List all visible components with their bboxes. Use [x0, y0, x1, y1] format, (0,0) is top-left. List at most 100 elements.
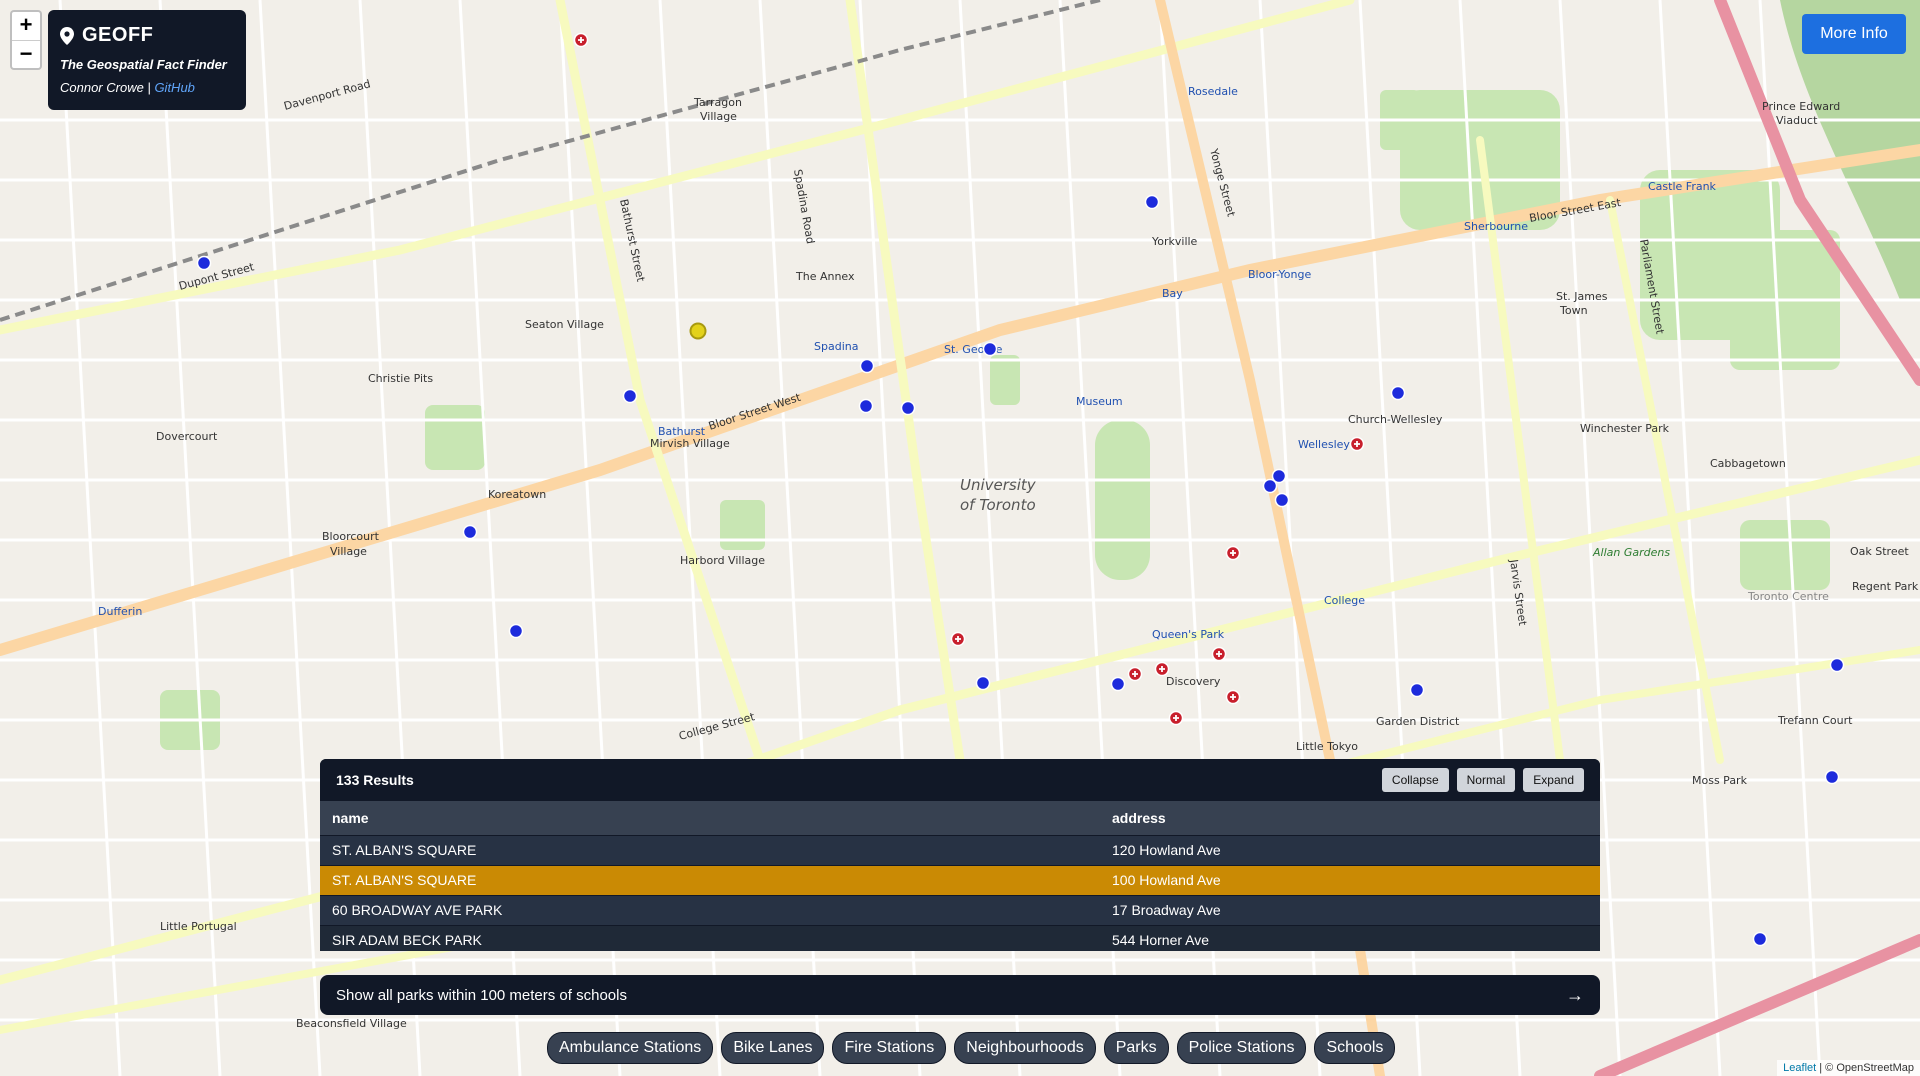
svg-text:Bloorcourt: Bloorcourt: [322, 530, 380, 543]
hospital-marker: [573, 32, 589, 48]
school-marker: [1271, 468, 1287, 484]
leaflet-link[interactable]: Leaflet: [1783, 1062, 1816, 1074]
github-link[interactable]: GitHub: [154, 80, 194, 95]
cell-name: ST. ALBAN'S SQUARE: [332, 872, 477, 888]
svg-text:Regent Park: Regent Park: [1852, 580, 1919, 593]
submit-arrow-icon[interactable]: →: [1566, 985, 1584, 1006]
more-info-button[interactable]: More Info: [1802, 14, 1906, 54]
school-marker: [622, 388, 638, 404]
cell-name: ST. ALBAN'S SQUARE: [332, 842, 477, 858]
hospital-marker: [1225, 545, 1241, 561]
results-table-body: ST. ALBAN'S SQUARE 120 Howland Ave ST. ALB…: [320, 836, 1600, 951]
school-marker: [982, 341, 998, 357]
results-header: 133 Results Collapse Normal Expand: [320, 759, 1600, 801]
svg-text:Church-Wellesley: Church-Wellesley: [1348, 413, 1443, 426]
zoom-control: + −: [10, 10, 42, 70]
brand-heading: GEOFF: [60, 24, 234, 47]
hospital-marker: [1154, 661, 1170, 677]
svg-text:Harbord Village: Harbord Village: [680, 554, 765, 567]
svg-text:Christie Pits: Christie Pits: [368, 372, 433, 385]
cell-address: 100 Howland Ave: [1112, 872, 1221, 888]
cell-name: SIR ADAM BECK PARK: [332, 932, 482, 948]
cell-address: 544 Horner Ave: [1112, 932, 1210, 948]
school-marker: [1110, 676, 1126, 692]
hospital-marker: [1127, 666, 1143, 682]
svg-text:Prince Edward: Prince Edward: [1762, 100, 1840, 113]
svg-text:Bloor-Yonge: Bloor-Yonge: [1248, 268, 1311, 281]
cell-name: 60 BROADWAY AVE PARK: [332, 902, 503, 918]
map-pin-icon: [60, 26, 74, 45]
svg-text:Dovercourt: Dovercourt: [156, 430, 218, 443]
svg-text:St. James: St. James: [1556, 290, 1608, 303]
zoom-out-button[interactable]: −: [12, 40, 40, 69]
svg-text:Cabbagetown: Cabbagetown: [1710, 457, 1786, 470]
osm-attribution[interactable]: | © OpenStreetMap: [1819, 1062, 1914, 1074]
layer-toggle-bar: Ambulance Stations Bike Lanes Fire Station…: [547, 1032, 1396, 1064]
svg-text:Winchester Park: Winchester Park: [1580, 422, 1670, 435]
school-marker: [1824, 769, 1840, 785]
svg-text:College: College: [1324, 594, 1365, 607]
svg-text:Museum: Museum: [1076, 395, 1123, 408]
cell-address: 17 Broadway Ave: [1112, 902, 1221, 918]
svg-text:Bay: Bay: [1162, 287, 1183, 300]
school-marker: [508, 623, 524, 639]
query-bar[interactable]: Show all parks within 100 meters of scho…: [320, 975, 1600, 1015]
hospital-marker: [1168, 710, 1184, 726]
table-row[interactable]: SIR ADAM BECK PARK 544 Horner Ave: [320, 926, 1600, 951]
school-marker: [900, 400, 916, 416]
school-marker: [858, 398, 874, 414]
hospital-marker: [1225, 689, 1241, 705]
zoom-in-button[interactable]: +: [12, 12, 40, 40]
svg-text:Viaduct: Viaduct: [1776, 114, 1818, 127]
school-marker: [462, 524, 478, 540]
svg-text:Garden District: Garden District: [1376, 715, 1460, 728]
hospital-marker: [950, 631, 966, 647]
selected-park-marker[interactable]: [689, 322, 707, 340]
layer-chip-fire-stations[interactable]: Fire Stations: [832, 1032, 947, 1064]
collapse-button[interactable]: Collapse: [1381, 768, 1449, 792]
svg-text:Oak Street: Oak Street: [1850, 545, 1909, 558]
column-header-name: name: [332, 810, 369, 826]
layer-chip-schools[interactable]: Schools: [1314, 1032, 1396, 1064]
svg-text:Little Portugal: Little Portugal: [160, 920, 237, 933]
layer-chip-ambulance-stations[interactable]: Ambulance Stations: [547, 1032, 714, 1064]
school-marker: [975, 675, 991, 691]
query-text[interactable]: Show all parks within 100 meters of scho…: [336, 987, 1566, 1004]
school-marker: [1390, 385, 1406, 401]
school-marker: [1409, 682, 1425, 698]
svg-text:Mirvish Village: Mirvish Village: [650, 437, 730, 450]
brand-panel: GEOFF The Geospatial Fact Finder Connor …: [48, 10, 246, 110]
expand-button[interactable]: Expand: [1523, 768, 1584, 792]
table-row[interactable]: ST. ALBAN'S SQUARE 100 Howland Ave: [320, 866, 1600, 896]
normal-button[interactable]: Normal: [1456, 768, 1516, 792]
svg-text:Queen's Park: Queen's Park: [1152, 628, 1225, 641]
svg-text:Little Tokyo: Little Tokyo: [1296, 740, 1358, 753]
table-row[interactable]: ST. ALBAN'S SQUARE 120 Howland Ave: [320, 836, 1600, 866]
author-credit: Connor Crowe | GitHub: [60, 80, 234, 95]
school-marker: [1144, 194, 1160, 210]
svg-text:Village: Village: [700, 110, 737, 123]
cell-address: 120 Howland Ave: [1112, 842, 1221, 858]
svg-text:Yorkville: Yorkville: [1151, 235, 1198, 248]
svg-text:Rosedale: Rosedale: [1188, 85, 1238, 98]
svg-text:Dufferin: Dufferin: [98, 605, 142, 618]
svg-text:of Toronto: of Toronto: [960, 496, 1036, 514]
svg-text:Beaconsfield Village: Beaconsfield Village: [296, 1017, 407, 1030]
svg-text:Village: Village: [330, 545, 367, 558]
layer-chip-police-stations[interactable]: Police Stations: [1176, 1032, 1307, 1064]
svg-text:Castle Frank: Castle Frank: [1648, 180, 1717, 193]
svg-text:Moss Park: Moss Park: [1692, 774, 1748, 787]
results-panel: 133 Results Collapse Normal Expand name …: [320, 759, 1600, 951]
layer-chip-bike-lanes[interactable]: Bike Lanes: [721, 1032, 825, 1064]
svg-text:Town: Town: [1559, 304, 1588, 317]
svg-text:Wellesley: Wellesley: [1298, 438, 1350, 451]
svg-text:University: University: [960, 476, 1037, 494]
table-row[interactable]: 60 BROADWAY AVE PARK 17 Broadway Ave: [320, 896, 1600, 926]
layer-chip-parks[interactable]: Parks: [1103, 1032, 1169, 1064]
svg-text:Discovery: Discovery: [1166, 675, 1221, 688]
layer-chip-neighbourhoods[interactable]: Neighbourhoods: [954, 1032, 1096, 1064]
svg-text:Koreatown: Koreatown: [488, 488, 546, 501]
school-marker: [859, 358, 875, 374]
svg-text:Allan Gardens: Allan Gardens: [1592, 546, 1670, 559]
svg-text:The Annex: The Annex: [795, 270, 855, 283]
